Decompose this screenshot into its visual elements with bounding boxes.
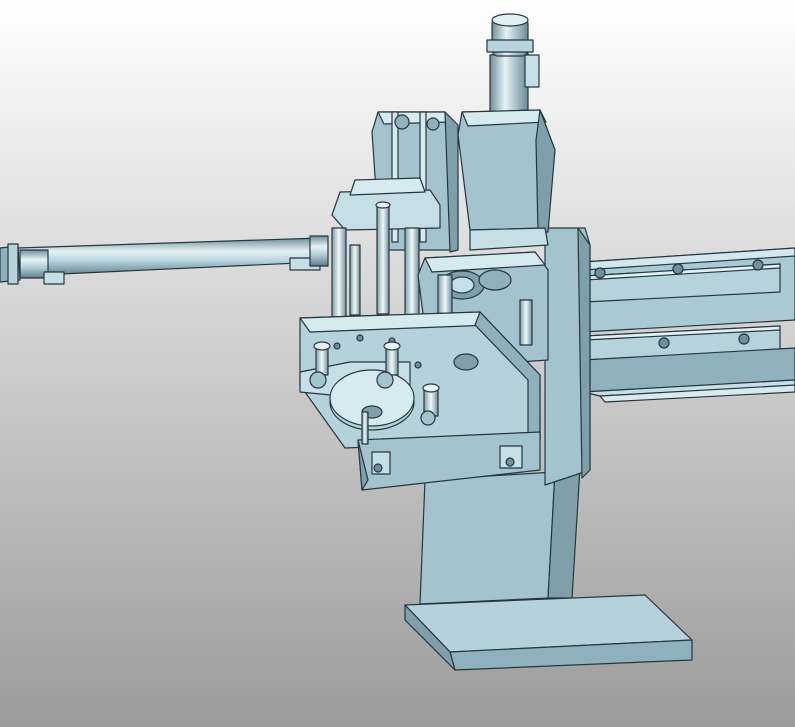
base-plate[interactable] [404, 594, 693, 671]
cad-viewport[interactable] [0, 0, 795, 727]
assembly-model[interactable] [0, 0, 795, 727]
mount-plate[interactable] [544, 227, 591, 486]
linear-rail[interactable] [579, 247, 795, 397]
